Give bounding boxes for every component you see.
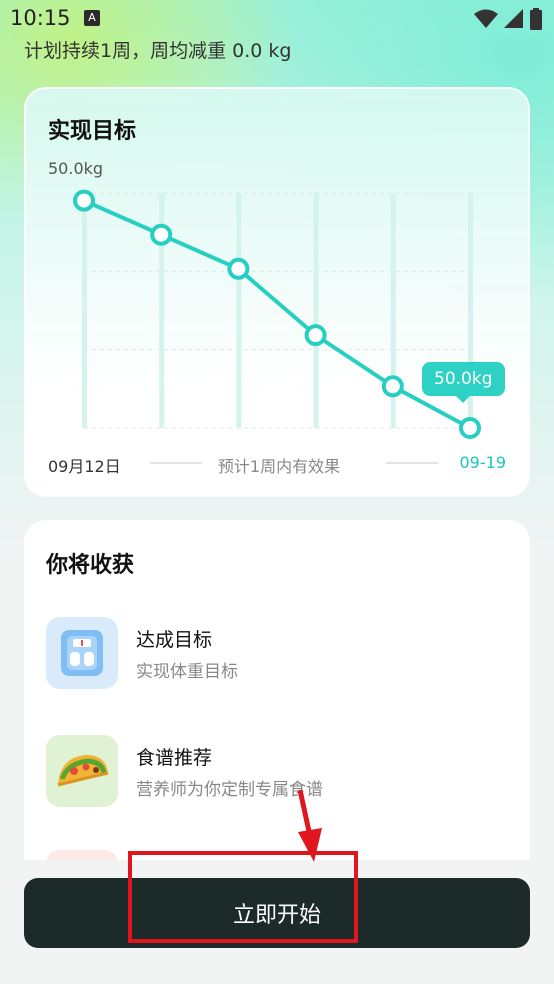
- notification-a-icon: A: [84, 10, 100, 26]
- chart-point-1: [150, 223, 173, 246]
- chart-tooltip: 50.0kg: [422, 362, 505, 403]
- gain-item-recipe: 食谱推荐 营养师为你定制专属食谱: [46, 735, 506, 807]
- gains-card: 你将收获 达成目标 实现体重目标 食谱推荐 营养师为你定制专属食谱: [24, 520, 530, 860]
- wifi-icon: [474, 9, 498, 28]
- chart-point-2: [227, 257, 250, 280]
- chart-series-line: [83, 198, 471, 430]
- end-date-label: 09-19: [459, 453, 507, 472]
- plan-summary: 计划持续1周，周均减重 0.0 kg: [24, 40, 292, 62]
- gain-item-desc: 营养师为你定制专属食谱: [136, 780, 323, 800]
- status-bar: 10:15 A: [0, 0, 554, 38]
- taco-icon: [46, 735, 118, 807]
- scale-icon: [46, 617, 118, 689]
- signal-icon: [504, 9, 523, 28]
- gain-item-desc: 实现体重目标: [136, 662, 238, 682]
- goal-card: 实现目标 50.0kg 50.0kg 09月12日 预计1周内有效果 09-19: [24, 87, 530, 497]
- chart-point-0: [73, 189, 95, 212]
- gain-item-goal: 达成目标 实现体重目标: [46, 617, 506, 689]
- divider-line: [386, 462, 438, 464]
- chart-point-5: [459, 417, 481, 439]
- start-now-button[interactable]: 立即开始: [24, 878, 530, 948]
- chart-column-2: [236, 193, 242, 428]
- gain-item-title: 食谱推荐: [136, 747, 213, 769]
- status-time: 10:15: [10, 6, 71, 30]
- gain-item-title: 达成目标: [136, 629, 213, 651]
- effect-estimate-text: 预计1周内有效果: [217, 457, 341, 476]
- chart-point-3: [304, 324, 327, 347]
- chart-point-4: [381, 375, 404, 398]
- next-item-icon: [46, 850, 118, 860]
- chart-column-0: [82, 193, 87, 428]
- gains-card-title: 你将收获: [46, 553, 135, 578]
- chart-column-3: [313, 193, 319, 428]
- battery-icon: [530, 8, 542, 30]
- status-icons: [474, 8, 542, 30]
